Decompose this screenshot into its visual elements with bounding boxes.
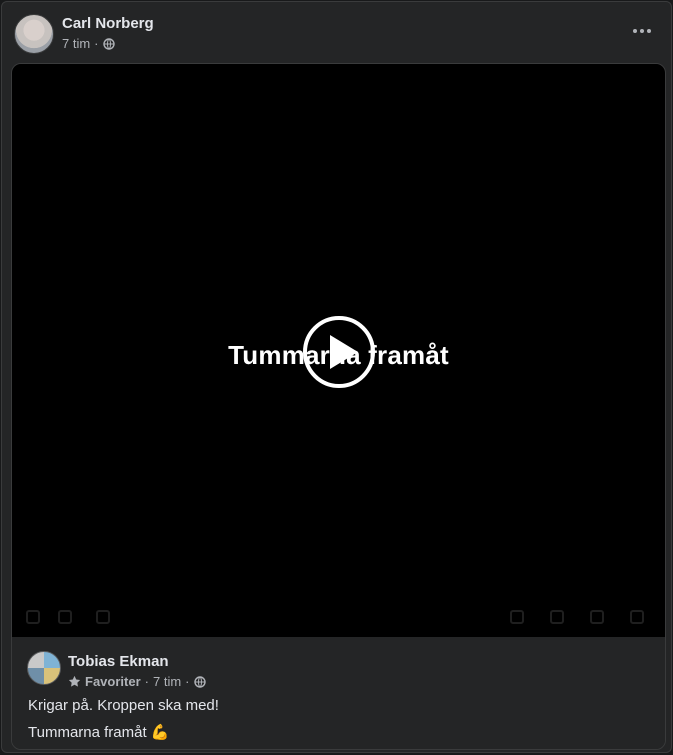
- more-options-icon[interactable]: [627, 16, 657, 46]
- post-meta: 7 tim ·: [62, 36, 115, 51]
- shared-post: Tobias Ekman Favoriter · 7 tim · Krigar …: [12, 638, 665, 749]
- meta-separator: ·: [144, 674, 149, 689]
- shared-author-avatar[interactable]: [27, 651, 61, 685]
- post-time[interactable]: 7 tim: [62, 36, 90, 51]
- video-player[interactable]: Tummarna framåt: [12, 64, 665, 637]
- post-header: Carl Norberg 7 tim ·: [2, 2, 671, 64]
- video-controls: [12, 602, 665, 632]
- author-avatar[interactable]: [14, 14, 54, 54]
- shared-author-name[interactable]: Tobias Ekman: [68, 653, 169, 670]
- shared-time[interactable]: 7 tim: [153, 674, 181, 689]
- meta-separator: ·: [185, 674, 190, 689]
- post-card: Carl Norberg 7 tim · Tummarna framåt Tob…: [1, 1, 672, 753]
- globe-icon: [102, 37, 115, 50]
- post-text-line: Krigar på. Kroppen ska med!: [28, 697, 219, 714]
- favorites-label[interactable]: Favoriter: [85, 674, 141, 689]
- author-name[interactable]: Carl Norberg: [62, 15, 154, 32]
- shared-meta: Favoriter · 7 tim ·: [68, 674, 206, 689]
- video-frame: Tummarna framåt Tobias Ekman Favoriter ·…: [11, 63, 666, 750]
- meta-separator: ·: [94, 36, 99, 51]
- globe-icon: [193, 675, 206, 688]
- star-icon: [68, 675, 81, 687]
- post-text-line: Tummarna framåt 💪: [28, 724, 170, 741]
- play-icon[interactable]: [303, 316, 375, 388]
